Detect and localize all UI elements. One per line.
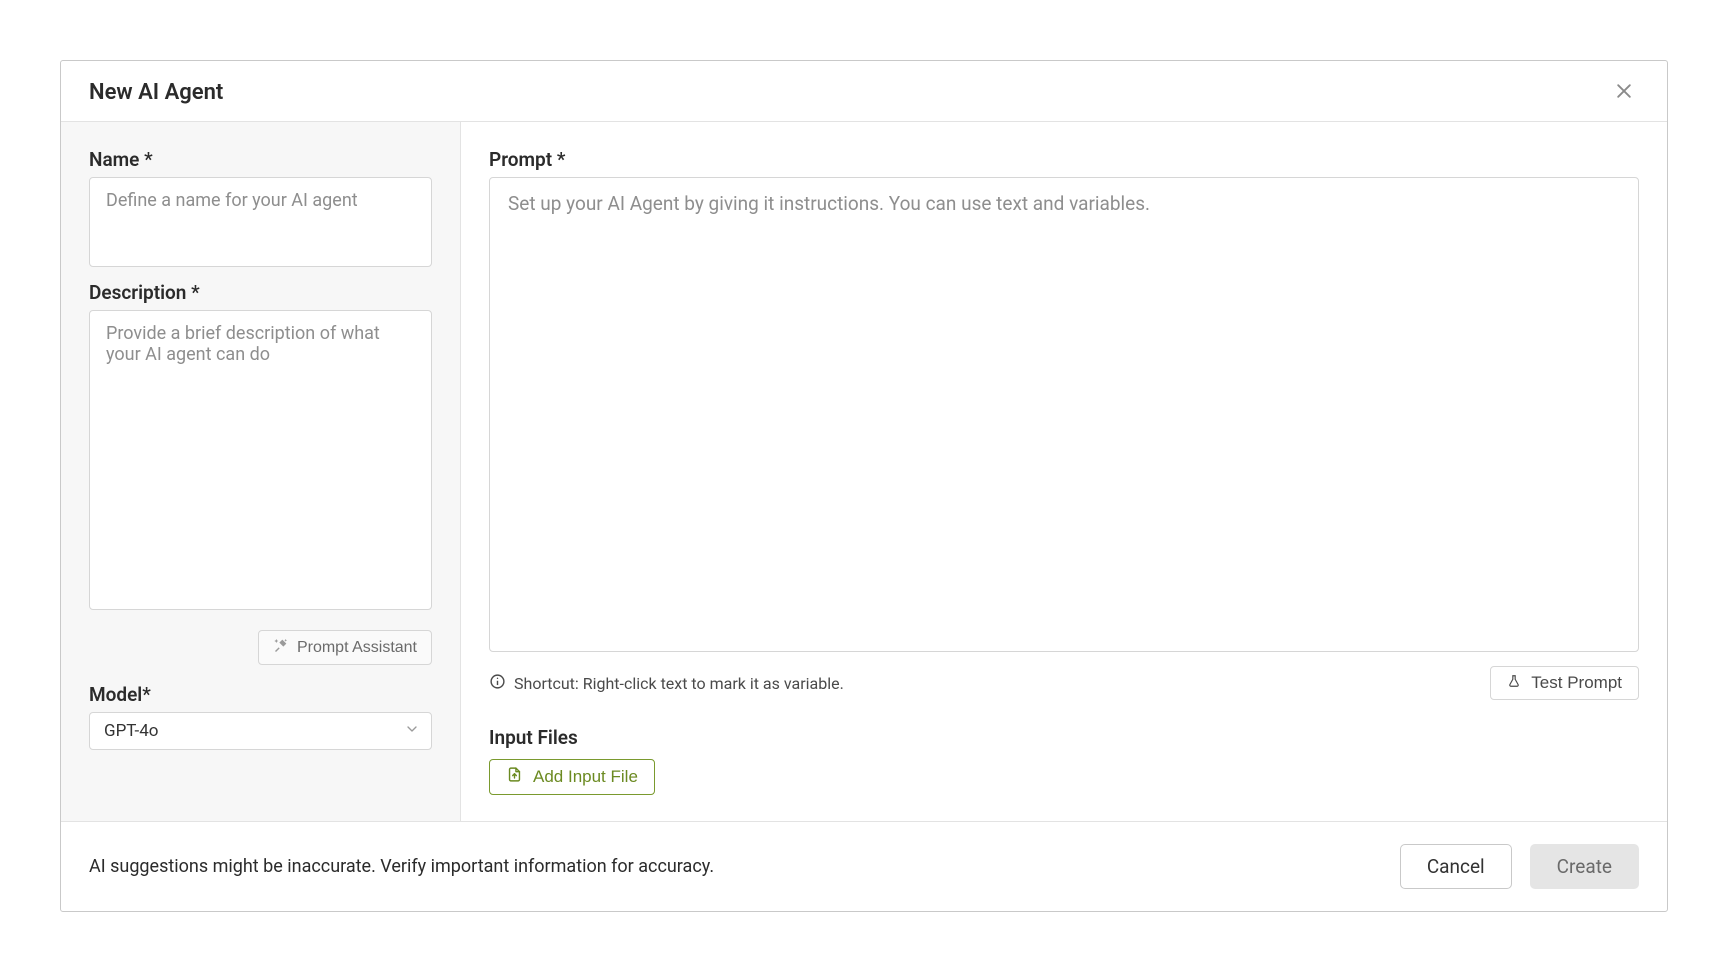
file-upload-icon	[506, 766, 523, 788]
prompt-assistant-row: Prompt Assistant	[89, 630, 432, 665]
description-input[interactable]	[89, 310, 432, 610]
new-ai-agent-modal: New AI Agent Name * Description *	[60, 60, 1668, 912]
create-button[interactable]: Create	[1530, 844, 1639, 889]
modal-body: Name * Description * Prompt Assistant Mo…	[61, 122, 1667, 821]
model-label: Model*	[89, 683, 432, 706]
model-select-wrap	[89, 712, 432, 750]
description-field-group: Description *	[89, 281, 432, 614]
test-prompt-button[interactable]: Test Prompt	[1490, 666, 1639, 700]
model-field-group: Model*	[89, 683, 432, 750]
name-label: Name *	[89, 148, 432, 171]
right-panel: Prompt * Shortcut: Right-click text to m…	[461, 122, 1667, 821]
magic-wand-icon	[273, 637, 289, 658]
close-icon	[1614, 81, 1634, 104]
model-select[interactable]	[89, 712, 432, 750]
cancel-button[interactable]: Cancel	[1400, 844, 1512, 889]
shortcut-text: Shortcut: Right-click text to mark it as…	[514, 674, 844, 693]
modal-footer: AI suggestions might be inaccurate. Veri…	[61, 821, 1667, 911]
name-input[interactable]	[89, 177, 432, 267]
prompt-label: Prompt *	[489, 148, 1639, 171]
close-button[interactable]	[1609, 77, 1639, 107]
test-prompt-label: Test Prompt	[1531, 673, 1622, 693]
shortcut-hint: Shortcut: Right-click text to mark it as…	[489, 673, 844, 694]
input-files-label: Input Files	[489, 726, 1639, 749]
info-icon	[489, 673, 506, 694]
modal-title: New AI Agent	[89, 80, 223, 105]
add-input-file-label: Add Input File	[533, 767, 638, 787]
footer-note: AI suggestions might be inaccurate. Veri…	[89, 856, 714, 877]
beaker-icon	[1507, 673, 1521, 693]
description-label: Description *	[89, 281, 432, 304]
left-panel: Name * Description * Prompt Assistant Mo…	[61, 122, 461, 821]
footer-actions: Cancel Create	[1400, 844, 1639, 889]
input-files-section: Input Files Add Input File	[489, 726, 1639, 795]
add-input-file-button[interactable]: Add Input File	[489, 759, 655, 795]
modal-header: New AI Agent	[61, 61, 1667, 122]
prompt-input[interactable]	[489, 177, 1639, 652]
prompt-assistant-button[interactable]: Prompt Assistant	[258, 630, 432, 665]
prompt-assistant-label: Prompt Assistant	[297, 639, 417, 657]
prompt-meta-row: Shortcut: Right-click text to mark it as…	[489, 666, 1639, 700]
name-field-group: Name *	[89, 148, 432, 271]
